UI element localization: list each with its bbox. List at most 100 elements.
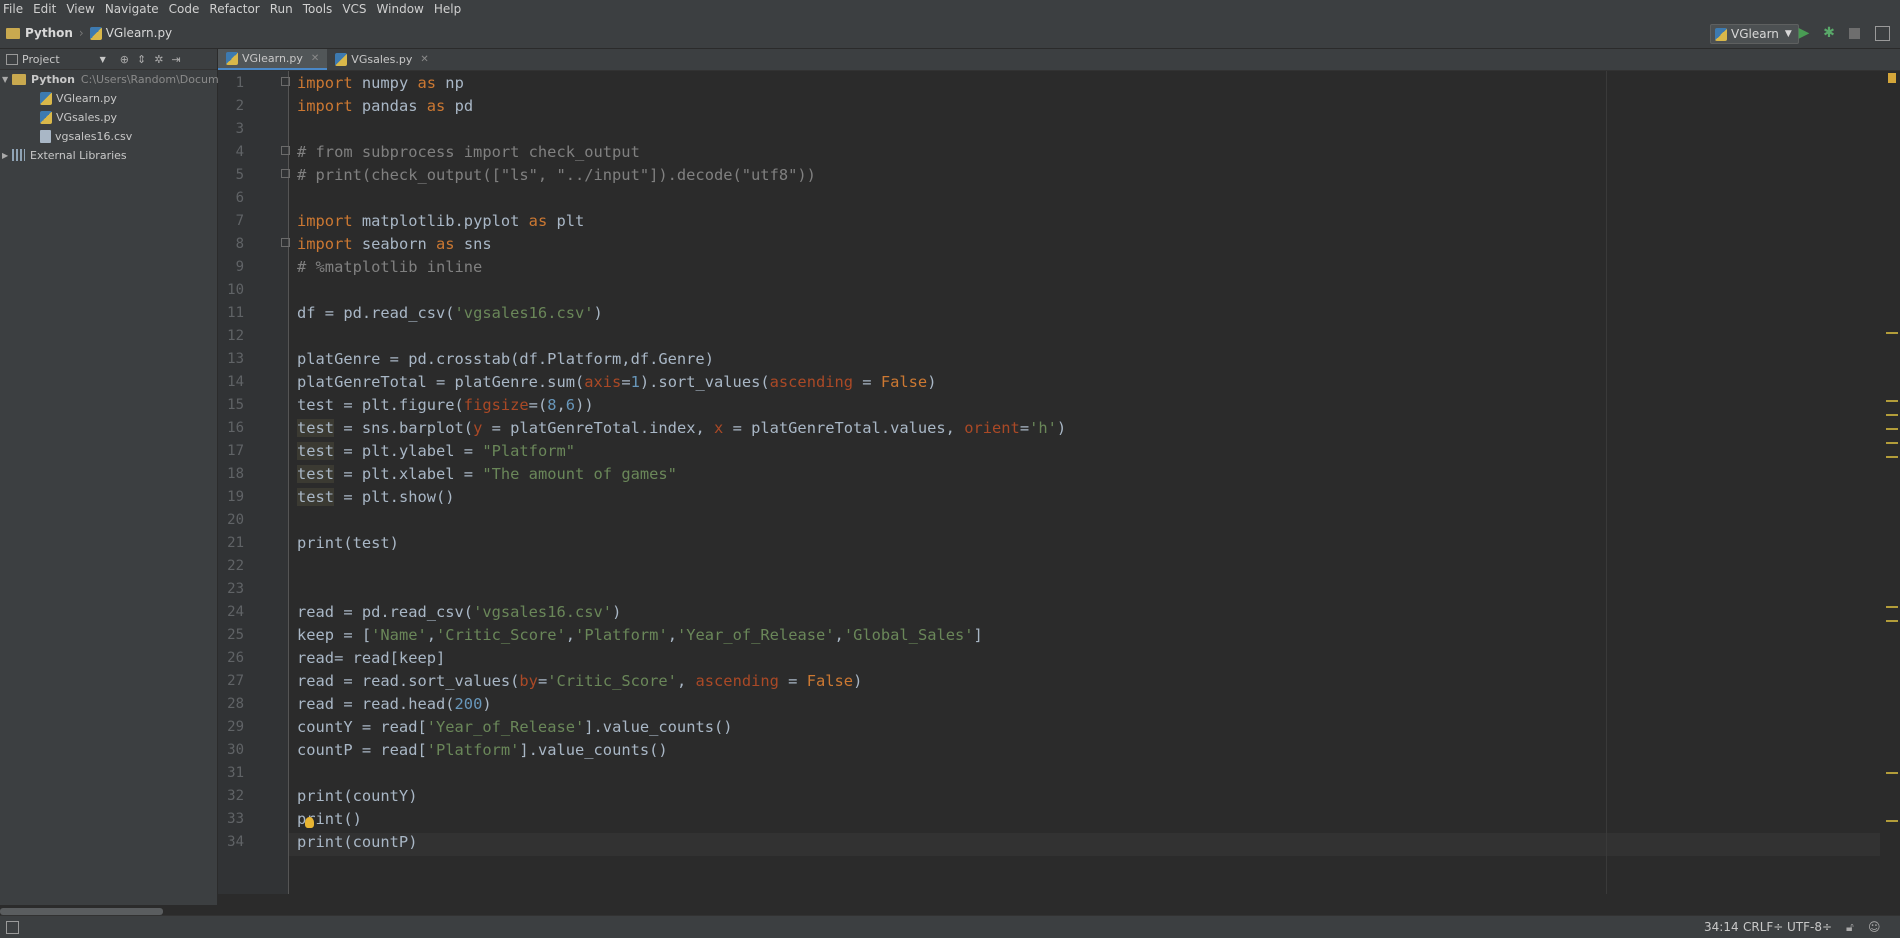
- warning-stripe[interactable]: [1886, 456, 1898, 458]
- warning-stripe[interactable]: [1886, 414, 1898, 416]
- code-line[interactable]: test = sns.barplot(y = platGenreTotal.in…: [297, 417, 1066, 440]
- code-line[interactable]: import matplotlib.pyplot as plt: [297, 210, 584, 233]
- bug-icon: ✱: [1823, 25, 1835, 41]
- layout-button[interactable]: [1873, 24, 1891, 42]
- code-line[interactable]: # print(check_output(["ls", "../input"])…: [297, 164, 816, 187]
- code-line[interactable]: read = read.head(200): [297, 693, 492, 716]
- expand-arrow-icon[interactable]: ▼: [2, 75, 12, 84]
- breadcrumb-project[interactable]: Python: [6, 26, 73, 40]
- warning-stripe[interactable]: [1886, 332, 1898, 334]
- code-line[interactable]: import seaborn as sns: [297, 233, 492, 256]
- tab-vgsales[interactable]: VGsales.py ✕: [327, 49, 436, 70]
- run-button[interactable]: ▶: [1795, 24, 1813, 42]
- line-number: 32: [227, 788, 244, 804]
- inspector-icon[interactable]: ☺: [1868, 920, 1881, 934]
- menu-tools[interactable]: Tools: [299, 2, 339, 16]
- stop-button[interactable]: [1845, 24, 1863, 42]
- expand-arrow-icon[interactable]: ▶: [2, 151, 12, 160]
- line-number: 3: [235, 121, 244, 137]
- line-separator[interactable]: CRLF÷: [1743, 920, 1783, 934]
- menu-code[interactable]: Code: [165, 2, 206, 16]
- code-line[interactable]: test = plt.ylabel = "Platform": [297, 440, 575, 463]
- run-configuration-select[interactable]: VGlearn ▼: [1710, 24, 1799, 44]
- code-line[interactable]: platGenre = pd.crosstab(df.Platform,df.G…: [297, 348, 714, 371]
- warning-stripe[interactable]: [1886, 820, 1898, 822]
- line-number: 28: [227, 696, 244, 712]
- code-line[interactable]: countY = read['Year_of_Release'].value_c…: [297, 716, 733, 739]
- menu-navigate[interactable]: Navigate: [101, 2, 165, 16]
- editor-vertical-scrollbar[interactable]: [1882, 71, 1900, 894]
- warning-stripe[interactable]: [1886, 442, 1898, 444]
- lock-icon[interactable]: 🔓︎: [1846, 920, 1854, 935]
- code-line[interactable]: read = read.sort_values(by='Critic_Score…: [297, 670, 862, 693]
- code-line[interactable]: read = pd.read_csv('vgsales16.csv'): [297, 601, 621, 624]
- fold-marker-icon[interactable]: [281, 238, 290, 247]
- tree-item-vgsales[interactable]: VGsales.py: [40, 108, 117, 126]
- gear-icon[interactable]: ✲: [154, 53, 163, 66]
- stop-icon: [1848, 27, 1860, 39]
- menu-help[interactable]: Help: [430, 2, 467, 16]
- code-line[interactable]: read= read[keep]: [297, 647, 445, 670]
- debug-button[interactable]: ✱: [1820, 24, 1838, 42]
- code-line[interactable]: # %matplotlib inline: [297, 256, 482, 279]
- cursor-position[interactable]: 34:14: [1704, 920, 1739, 934]
- fold-marker-icon[interactable]: [281, 146, 290, 155]
- code-line[interactable]: test = plt.xlabel = "The amount of games…: [297, 463, 677, 486]
- menu-run[interactable]: Run: [266, 2, 299, 16]
- line-number: 24: [227, 604, 244, 620]
- tree-item-external-libraries[interactable]: ▶ External Libraries: [2, 146, 127, 164]
- code-line[interactable]: keep = ['Name','Critic_Score','Platform'…: [297, 624, 983, 647]
- fold-marker-icon[interactable]: [281, 169, 290, 178]
- menu-refactor[interactable]: Refactor: [205, 2, 265, 16]
- code-line[interactable]: countP = read['Platform'].value_counts(): [297, 739, 668, 762]
- scope-icon[interactable]: ⊕: [120, 53, 129, 66]
- code-line[interactable]: print(countY): [297, 785, 417, 808]
- close-icon[interactable]: ✕: [420, 54, 428, 65]
- code-line[interactable]: import numpy as np: [297, 72, 464, 95]
- warning-stripe[interactable]: [1886, 606, 1898, 608]
- breadcrumb-file-label: VGlearn.py: [105, 26, 173, 40]
- tree-item-label: VGlearn.py: [56, 91, 117, 105]
- tree-item-vglearn[interactable]: VGlearn.py: [40, 89, 117, 107]
- menu-view[interactable]: View: [62, 2, 100, 16]
- code-line[interactable]: print(test): [297, 532, 399, 555]
- python-file-icon: [1715, 27, 1727, 41]
- file-encoding[interactable]: UTF-8÷: [1787, 920, 1832, 934]
- folder-icon: [6, 27, 20, 39]
- line-number: 25: [227, 627, 244, 643]
- line-number: 20: [227, 512, 244, 528]
- chevron-down-icon[interactable]: ▼: [100, 55, 106, 64]
- hide-icon[interactable]: ⇥: [171, 53, 180, 66]
- fold-marker-icon[interactable]: [281, 77, 290, 86]
- menu-file[interactable]: File: [0, 2, 29, 16]
- project-horizontal-scrollbar[interactable]: [0, 908, 163, 915]
- menu-window[interactable]: Window: [373, 2, 430, 16]
- close-icon[interactable]: ✕: [311, 53, 319, 64]
- code-line[interactable]: import pandas as pd: [297, 95, 473, 118]
- menu-vcs[interactable]: VCS: [338, 2, 372, 16]
- warning-stripe[interactable]: [1886, 400, 1898, 402]
- warning-stripe[interactable]: [1886, 772, 1898, 774]
- tool-windows-icon[interactable]: [6, 921, 19, 934]
- line-number: 26: [227, 650, 244, 666]
- warning-stripe[interactable]: [1886, 428, 1898, 430]
- code-line[interactable]: print(countP): [297, 831, 417, 854]
- tab-vglearn[interactable]: VGlearn.py ✕: [218, 49, 328, 70]
- line-number: 8: [235, 236, 244, 252]
- tree-item-csv[interactable]: vgsales16.csv: [40, 127, 132, 145]
- code-line[interactable]: test = plt.figure(figsize=(8,6)): [297, 394, 594, 417]
- project-panel-title[interactable]: Project: [22, 53, 60, 66]
- code-line[interactable]: platGenreTotal = platGenre.sum(axis=1).s…: [297, 371, 936, 394]
- line-number: 18: [227, 466, 244, 482]
- menu-edit[interactable]: Edit: [29, 2, 62, 16]
- tree-item-root[interactable]: ▼ Python C:\Users\Random\Docum: [2, 70, 219, 88]
- code-line[interactable]: df = pd.read_csv('vgsales16.csv'): [297, 302, 603, 325]
- warning-indicator-icon[interactable]: [1888, 73, 1896, 83]
- run-configuration-label: VGlearn: [1731, 27, 1779, 41]
- lightbulb-icon[interactable]: [305, 817, 314, 828]
- code-line[interactable]: test = plt.show(): [297, 486, 455, 509]
- warning-stripe[interactable]: [1886, 620, 1898, 622]
- breadcrumb-file[interactable]: › VGlearn.py: [73, 26, 172, 40]
- code-line[interactable]: # from subprocess import check_output: [297, 141, 640, 164]
- collapse-icon[interactable]: ⇕: [137, 53, 146, 66]
